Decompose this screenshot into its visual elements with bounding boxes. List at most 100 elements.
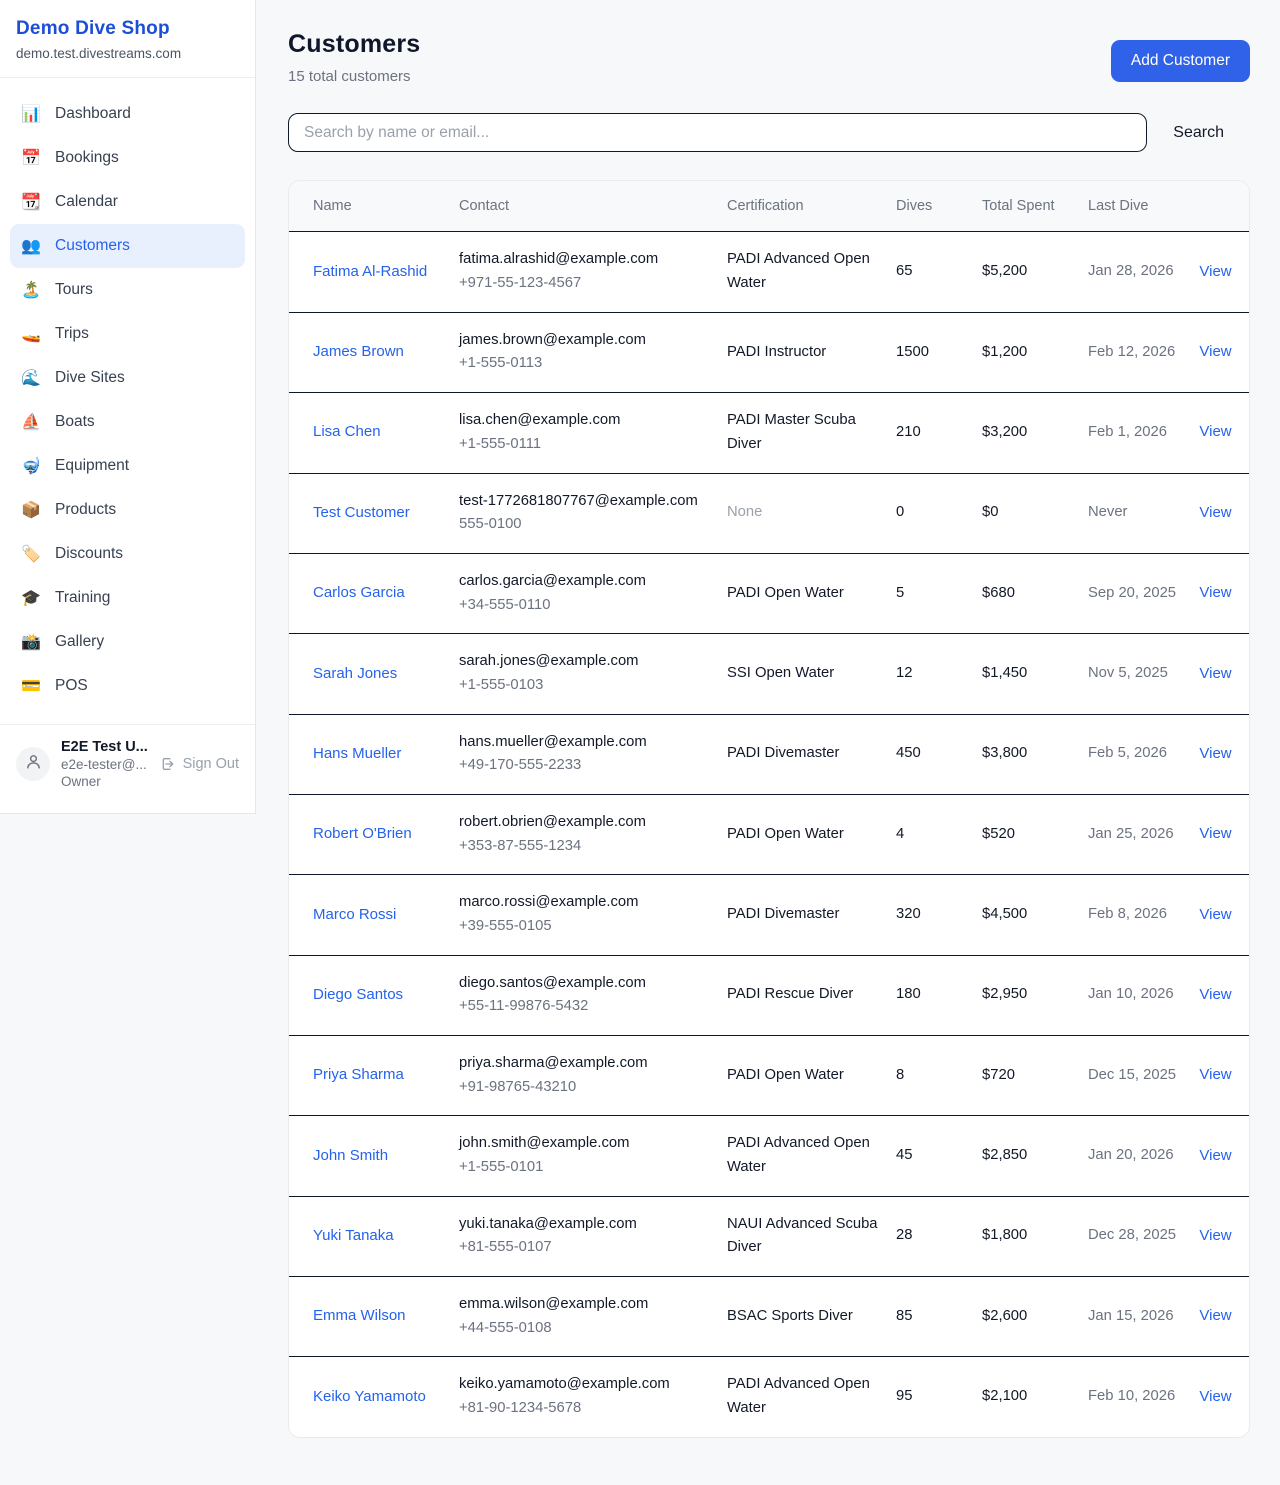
last-dive-cell: Jan 15, 2026 <box>1088 1289 1196 1345</box>
customer-name-link[interactable]: Robert O'Brien <box>313 825 412 842</box>
add-customer-button[interactable]: Add Customer <box>1111 40 1250 82</box>
last-dive-cell: Jan 28, 2026 <box>1088 244 1196 300</box>
table-header-row: Name Contact Certification Dives Total S… <box>289 181 1249 232</box>
customer-name-link[interactable]: Keiko Yamamoto <box>313 1388 426 1405</box>
customer-name-link[interactable]: Sarah Jones <box>313 665 397 682</box>
view-link[interactable]: View <box>1199 1307 1231 1324</box>
view-link[interactable]: View <box>1199 1147 1231 1164</box>
sidebar-item-dive-sites[interactable]: 🌊 Dive Sites <box>10 356 245 400</box>
sidebar-item-label: Training <box>55 589 110 607</box>
total-spent-cell: $720 <box>982 1048 1088 1104</box>
sidebar-item-label: Bookings <box>55 149 119 167</box>
contact-cell: fatima.alrashid@example.com +971-55-123-… <box>459 232 727 311</box>
total-spent-cell: $1,450 <box>982 646 1088 702</box>
contact-cell: hans.mueller@example.com +49-170-555-223… <box>459 715 727 794</box>
table-row: Priya Sharma priya.sharma@example.com +9… <box>289 1036 1249 1116</box>
total-spent-cell: $3,800 <box>982 726 1088 782</box>
contact-cell: diego.santos@example.com +55-11-99876-54… <box>459 956 727 1035</box>
view-link[interactable]: View <box>1199 423 1231 440</box>
certification-cell: PADI Divemaster <box>727 887 896 943</box>
view-link[interactable]: View <box>1199 906 1231 923</box>
total-spent-cell: $0 <box>982 485 1088 541</box>
certification-cell: BSAC Sports Diver <box>727 1289 896 1345</box>
customer-name-link[interactable]: John Smith <box>313 1147 388 1164</box>
last-dive-cell: Nov 5, 2025 <box>1088 646 1196 702</box>
customer-phone: +1-555-0103 <box>459 674 709 698</box>
sidebar-item-label: Gallery <box>55 633 104 651</box>
sidebar-item-bookings[interactable]: 📅 Bookings <box>10 136 245 180</box>
dives-cell: 4 <box>896 807 982 863</box>
customer-email: fatima.alrashid@example.com <box>459 248 709 272</box>
customer-email: john.smith@example.com <box>459 1132 709 1156</box>
certification-cell: NAUI Advanced Scuba Diver <box>727 1197 896 1276</box>
view-link[interactable]: View <box>1199 825 1231 842</box>
sidebar-item-gallery[interactable]: 📸 Gallery <box>10 620 245 664</box>
credit-card-icon: 💳 <box>20 676 42 696</box>
customer-name-link[interactable]: Fatima Al-Rashid <box>313 263 427 280</box>
tear-off-calendar-icon: 📆 <box>20 192 42 212</box>
sidebar-item-calendar[interactable]: 📆 Calendar <box>10 180 245 224</box>
customer-email: test-1772681807767@example.com <box>459 490 709 514</box>
sign-out-button[interactable]: Sign Out <box>160 756 239 772</box>
customer-name-link[interactable]: Diego Santos <box>313 986 403 1003</box>
avatar <box>16 747 50 781</box>
customer-name-link[interactable]: Hans Mueller <box>313 745 401 762</box>
customer-name-link[interactable]: Yuki Tanaka <box>313 1227 394 1244</box>
total-spent-cell: $3,200 <box>982 405 1088 461</box>
sidebar-item-dashboard[interactable]: 📊 Dashboard <box>10 92 245 136</box>
customer-email: diego.santos@example.com <box>459 972 709 996</box>
sidebar-item-tours[interactable]: 🏝️ Tours <box>10 268 245 312</box>
view-link[interactable]: View <box>1199 665 1231 682</box>
view-link[interactable]: View <box>1199 343 1231 360</box>
certification-cell: PADI Instructor <box>727 325 896 381</box>
table-row: Hans Mueller hans.mueller@example.com +4… <box>289 715 1249 795</box>
column-header: Certification <box>727 181 896 231</box>
view-link[interactable]: View <box>1199 1227 1231 1244</box>
sidebar-item-training[interactable]: 🎓 Training <box>10 576 245 620</box>
customer-name-link[interactable]: Carlos Garcia <box>313 584 405 601</box>
customer-name-link[interactable]: Lisa Chen <box>313 423 381 440</box>
bar-chart-icon: 📊 <box>20 104 42 124</box>
table-row: Robert O'Brien robert.obrien@example.com… <box>289 795 1249 875</box>
table-row: Diego Santos diego.santos@example.com +5… <box>289 956 1249 1036</box>
calendar-date-icon: 📅 <box>20 148 42 168</box>
customer-name-link[interactable]: Emma Wilson <box>313 1307 406 1324</box>
sidebar-item-pos[interactable]: 💳 POS <box>10 664 245 708</box>
search-button[interactable]: Search <box>1147 116 1250 150</box>
sidebar-item-label: Equipment <box>55 457 129 475</box>
certification-cell: PADI Advanced Open Water <box>727 1116 896 1195</box>
customer-name-link[interactable]: Test Customer <box>313 504 410 521</box>
contact-cell: lisa.chen@example.com +1-555-0111 <box>459 393 727 472</box>
shop-name: Demo Dive Shop <box>16 18 239 40</box>
last-dive-cell: Feb 8, 2026 <box>1088 887 1196 943</box>
view-link[interactable]: View <box>1199 263 1231 280</box>
view-link[interactable]: View <box>1199 745 1231 762</box>
view-link[interactable]: View <box>1199 1066 1231 1083</box>
sidebar-item-boats[interactable]: ⛵ Boats <box>10 400 245 444</box>
contact-cell: sarah.jones@example.com +1-555-0103 <box>459 634 727 713</box>
sidebar-item-equipment[interactable]: 🤿 Equipment <box>10 444 245 488</box>
sidebar-item-trips[interactable]: 🚤 Trips <box>10 312 245 356</box>
sidebar-item-customers[interactable]: 👥 Customers <box>10 224 245 268</box>
sidebar-item-discounts[interactable]: 🏷️ Discounts <box>10 532 245 576</box>
total-spent-cell: $4,500 <box>982 887 1088 943</box>
sidebar-item-products[interactable]: 📦 Products <box>10 488 245 532</box>
customer-name-link[interactable]: James Brown <box>313 343 404 360</box>
last-dive-cell: Never <box>1088 485 1196 541</box>
customer-name-link[interactable]: Marco Rossi <box>313 906 396 923</box>
dives-cell: 450 <box>896 726 982 782</box>
view-link[interactable]: View <box>1199 1388 1231 1405</box>
wave-icon: 🌊 <box>20 368 42 388</box>
table-row: Carlos Garcia carlos.garcia@example.com … <box>289 554 1249 634</box>
customer-email: sarah.jones@example.com <box>459 650 709 674</box>
view-link[interactable]: View <box>1199 584 1231 601</box>
customer-name-link[interactable]: Priya Sharma <box>313 1066 404 1083</box>
view-link[interactable]: View <box>1199 986 1231 1003</box>
customer-email: priya.sharma@example.com <box>459 1052 709 1076</box>
sidebar-item-label: Dashboard <box>55 105 131 123</box>
column-header: Last Dive <box>1088 181 1196 231</box>
search-input[interactable] <box>288 113 1147 152</box>
certification-cell: None <box>727 485 896 541</box>
view-link[interactable]: View <box>1199 504 1231 521</box>
customer-email: marco.rossi@example.com <box>459 891 709 915</box>
